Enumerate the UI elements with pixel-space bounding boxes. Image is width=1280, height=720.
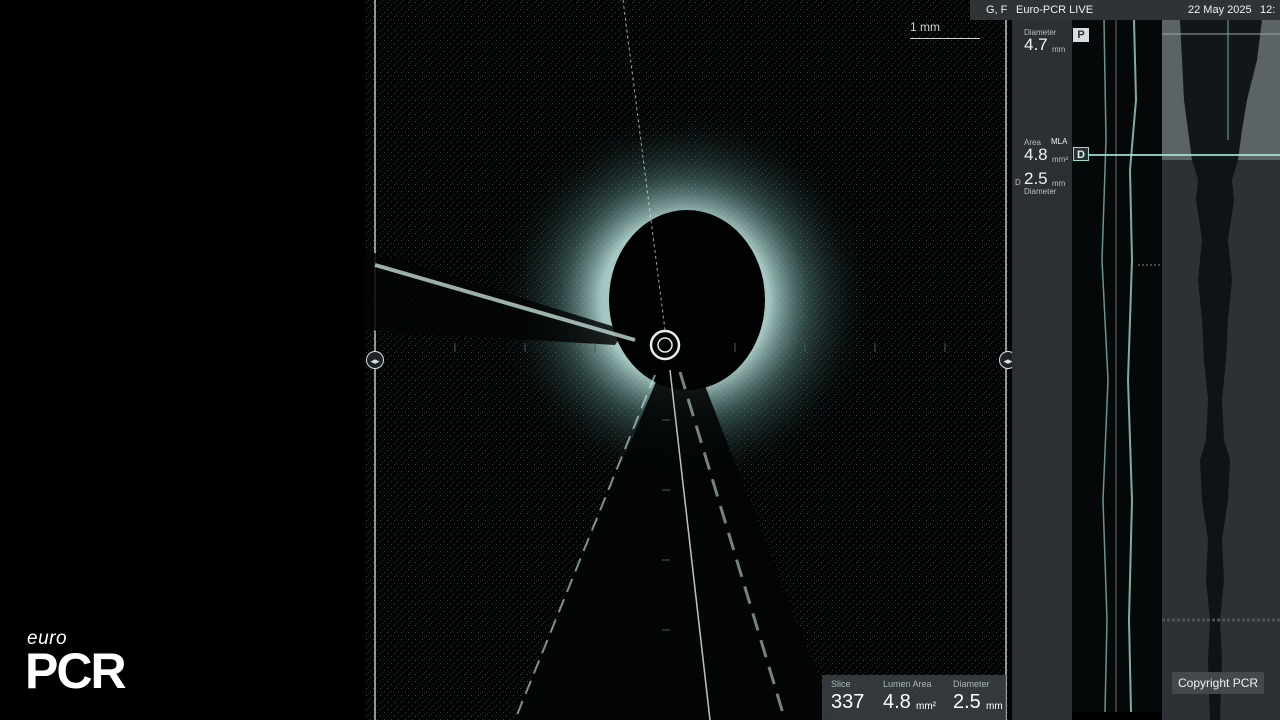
side-measurement-panel: Diameter 4.7 mm Area MLA 4.8 mm² D 2.5 m…	[1012, 20, 1072, 720]
oct-cross-section-view[interactable]	[365, 0, 1010, 720]
oct-image	[365, 0, 1010, 720]
proximal-diameter-unit: mm	[1052, 45, 1066, 54]
header-bar: G, F Euro-PCR LIVE 22 May 2025 12:	[970, 0, 1280, 20]
header-date: 22 May 2025	[1188, 4, 1252, 16]
lumen	[609, 210, 765, 390]
lumen-profile-image	[1162, 20, 1280, 720]
scale-bar	[910, 38, 980, 39]
longitudinal-image	[1072, 20, 1162, 712]
distal-diameter-label: Diameter	[1024, 187, 1057, 196]
header-time: 12:	[1260, 4, 1276, 16]
diameter-value: 2.5	[953, 691, 981, 713]
copyright-badge: Copyright PCR	[1172, 672, 1265, 694]
diameter-label: Diameter	[953, 679, 990, 689]
patient-name: G, F	[986, 4, 1008, 16]
area-value: 4.8	[1024, 145, 1048, 164]
area-unit: mm²	[1052, 155, 1068, 164]
slice-label: Slice	[831, 679, 851, 689]
left-drag-handle[interactable]: ◂▸	[366, 351, 384, 369]
distal-prefix: D	[1015, 178, 1021, 187]
lumen-area-label: Lumen Area	[883, 679, 932, 689]
scale-bar-label: 1 mm	[910, 20, 940, 34]
lumen-area-unit: mm²	[916, 701, 936, 712]
proximal-marker[interactable]: P	[1073, 28, 1089, 42]
mla-label: MLA	[1051, 137, 1068, 146]
distal-marker[interactable]: D	[1073, 147, 1089, 161]
measurement-box: Slice 337 Lumen Area 4.8 mm² Diameter 2.…	[822, 675, 1006, 720]
diameter-unit: mm	[986, 701, 1003, 712]
lumen-profile-view[interactable]	[1162, 20, 1280, 720]
slice-value: 337	[831, 691, 865, 713]
event-name: Euro-PCR LIVE	[1016, 4, 1094, 16]
logo-pcr: PCR	[25, 643, 127, 699]
distal-diameter-value: 2.5	[1024, 169, 1048, 188]
lumen-area-value: 4.8	[883, 691, 911, 713]
proximal-diameter-value: 4.7	[1024, 35, 1048, 54]
mla-reference-line[interactable]	[1088, 154, 1280, 156]
longitudinal-view[interactable]	[1072, 20, 1162, 712]
